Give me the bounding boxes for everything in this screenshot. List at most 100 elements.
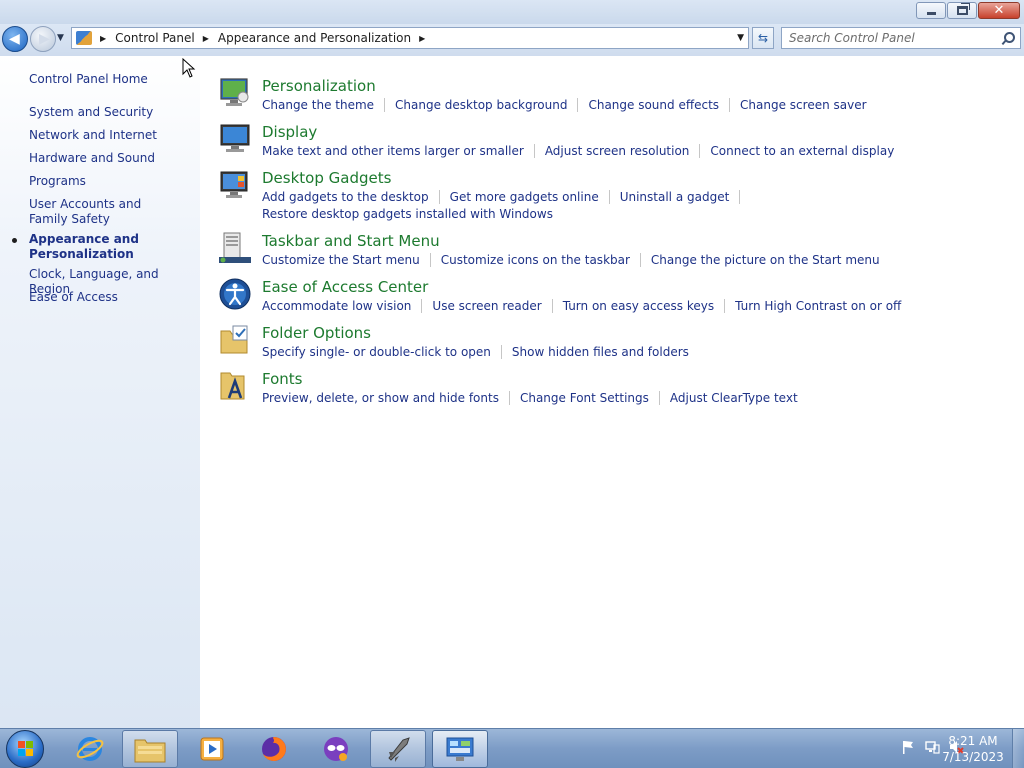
- close-button[interactable]: ✕: [978, 2, 1020, 19]
- search-icon[interactable]: [1002, 32, 1015, 44]
- control-panel-icon: [76, 31, 92, 45]
- link-divider: [608, 189, 610, 204]
- action-center-flag-icon[interactable]: [900, 739, 916, 755]
- display-icon[interactable]: [218, 122, 252, 156]
- mouse-cursor-icon: [182, 58, 196, 78]
- windows-logo-icon: [18, 741, 34, 757]
- main-content: Personalization Change the theme Change …: [200, 56, 1024, 728]
- task-link[interactable]: Add gadgets to the desktop: [262, 190, 429, 204]
- search-box[interactable]: [781, 27, 1021, 49]
- link-divider: [508, 390, 510, 405]
- breadcrumb-appearance[interactable]: Appearance and Personalization: [218, 31, 411, 45]
- personalization-icon[interactable]: [218, 76, 252, 110]
- show-desktop-button[interactable]: [1012, 729, 1024, 768]
- category-title[interactable]: Desktop Gadgets: [262, 168, 391, 188]
- control-panel-icon: [446, 737, 474, 761]
- task-link[interactable]: Get more gadgets online: [450, 190, 599, 204]
- task-link[interactable]: Change sound effects: [588, 98, 719, 112]
- category-links: Make text and other items larger or smal…: [262, 142, 1022, 159]
- file-explorer-icon: [134, 739, 166, 763]
- task-link[interactable]: Adjust ClearType text: [670, 391, 798, 405]
- close-icon: ✕: [993, 3, 1005, 18]
- link-divider: [739, 189, 741, 204]
- rocket-app-icon: [388, 737, 410, 762]
- network-icon[interactable]: [924, 739, 940, 755]
- taskbar-file-explorer[interactable]: [122, 730, 178, 768]
- search-input[interactable]: [782, 31, 1002, 45]
- taskbar-clock[interactable]: 8:21 AM 7/13/2023: [940, 733, 1006, 765]
- start-button[interactable]: [6, 730, 44, 768]
- taskbar-tor-browser[interactable]: [308, 730, 364, 768]
- task-link[interactable]: Change the picture on the Start menu: [651, 253, 880, 267]
- sidebar-item-hardware-sound[interactable]: Hardware and Sound: [29, 151, 194, 166]
- breadcrumb-separator-icon[interactable]: ▶: [203, 34, 209, 43]
- task-link[interactable]: Accommodate low vision: [262, 299, 411, 313]
- gadgets-icon[interactable]: [218, 168, 252, 202]
- taskbar-firefox[interactable]: [246, 730, 302, 768]
- task-link[interactable]: Change the theme: [262, 98, 374, 112]
- back-arrow-icon: ◀: [9, 31, 20, 47]
- restore-icon: [956, 3, 970, 15]
- recent-pages-dropdown[interactable]: ▼: [57, 33, 64, 43]
- link-divider: [500, 344, 502, 359]
- category-links: Accommodate low vision Use screen reader…: [262, 297, 1022, 314]
- breadcrumb-separator-icon[interactable]: ▶: [419, 34, 425, 43]
- task-link[interactable]: Turn High Contrast on or off: [735, 299, 901, 313]
- sidebar-item-control-panel-home[interactable]: Control Panel Home: [29, 72, 194, 87]
- sidebar: Control Panel Home System and Security N…: [0, 56, 200, 728]
- folder-options-icon[interactable]: [218, 323, 252, 357]
- sidebar-item-programs[interactable]: Programs: [29, 174, 194, 189]
- address-bar[interactable]: ▶ Control Panel ▶ Appearance and Persona…: [71, 27, 749, 49]
- task-link[interactable]: Restore desktop gadgets installed with W…: [262, 207, 553, 221]
- sidebar-item-user-accounts[interactable]: User Accounts and Family Safety: [29, 197, 179, 227]
- task-link[interactable]: Connect to an external display: [710, 144, 894, 158]
- taskbar-rocket-app[interactable]: [370, 730, 426, 768]
- breadcrumb-control-panel[interactable]: Control Panel: [115, 31, 195, 45]
- sidebar-item-network-internet[interactable]: Network and Internet: [29, 128, 194, 143]
- taskbar-icon[interactable]: [218, 231, 252, 265]
- fonts-icon[interactable]: [218, 369, 252, 403]
- task-link[interactable]: Use screen reader: [432, 299, 541, 313]
- category-title[interactable]: Fonts: [262, 369, 302, 389]
- sidebar-item-appearance: Appearance and Personalization: [29, 232, 139, 261]
- task-link[interactable]: Show hidden files and folders: [512, 345, 689, 359]
- sidebar-item-ease-of-access[interactable]: Ease of Access: [29, 290, 194, 305]
- task-link[interactable]: Make text and other items larger or smal…: [262, 144, 524, 158]
- category-links: Specify single- or double-click to open …: [262, 343, 1022, 360]
- link-divider: [639, 252, 641, 267]
- task-link[interactable]: Change screen saver: [740, 98, 867, 112]
- task-link[interactable]: Customize icons on the taskbar: [441, 253, 630, 267]
- category-title[interactable]: Display: [262, 122, 317, 142]
- link-divider: [551, 298, 553, 313]
- category-title[interactable]: Folder Options: [262, 323, 371, 343]
- task-link[interactable]: Adjust screen resolution: [545, 144, 690, 158]
- window-controls: ✕: [916, 2, 1020, 19]
- back-button[interactable]: ◀: [2, 26, 28, 52]
- task-link[interactable]: Specify single- or double-click to open: [262, 345, 491, 359]
- task-link[interactable]: Change desktop background: [395, 98, 567, 112]
- taskbar-control-panel[interactable]: [432, 730, 488, 768]
- sidebar-item-system-security[interactable]: System and Security: [29, 105, 194, 120]
- taskbar-internet-explorer[interactable]: [62, 730, 118, 768]
- category-title[interactable]: Ease of Access Center: [262, 277, 428, 297]
- task-link[interactable]: Customize the Start menu: [262, 253, 420, 267]
- task-link[interactable]: Turn on easy access keys: [563, 299, 714, 313]
- taskbar-media-player[interactable]: [184, 730, 240, 768]
- category-links: Add gadgets to the desktop Get more gadg…: [262, 188, 1022, 222]
- ease-of-access-icon[interactable]: [218, 277, 252, 311]
- forward-button[interactable]: ▶: [30, 26, 56, 52]
- address-dropdown-icon[interactable]: ▼: [737, 33, 744, 43]
- refresh-button[interactable]: ⇆: [752, 27, 774, 49]
- breadcrumb-separator-icon[interactable]: ▶: [100, 34, 106, 43]
- clock-date: 7/13/2023: [942, 750, 1004, 764]
- link-divider: [729, 97, 731, 112]
- task-link[interactable]: Uninstall a gadget: [620, 190, 730, 204]
- category-title[interactable]: Personalization: [262, 76, 376, 96]
- category-title[interactable]: Taskbar and Start Menu: [262, 231, 440, 251]
- maximize-button[interactable]: [947, 2, 977, 19]
- task-link[interactable]: Change Font Settings: [520, 391, 649, 405]
- task-link[interactable]: Preview, delete, or show and hide fonts: [262, 391, 499, 405]
- minimize-button[interactable]: [916, 2, 946, 19]
- category-links: Customize the Start menu Customize icons…: [262, 251, 1022, 268]
- category-links: Preview, delete, or show and hide fonts …: [262, 389, 1022, 406]
